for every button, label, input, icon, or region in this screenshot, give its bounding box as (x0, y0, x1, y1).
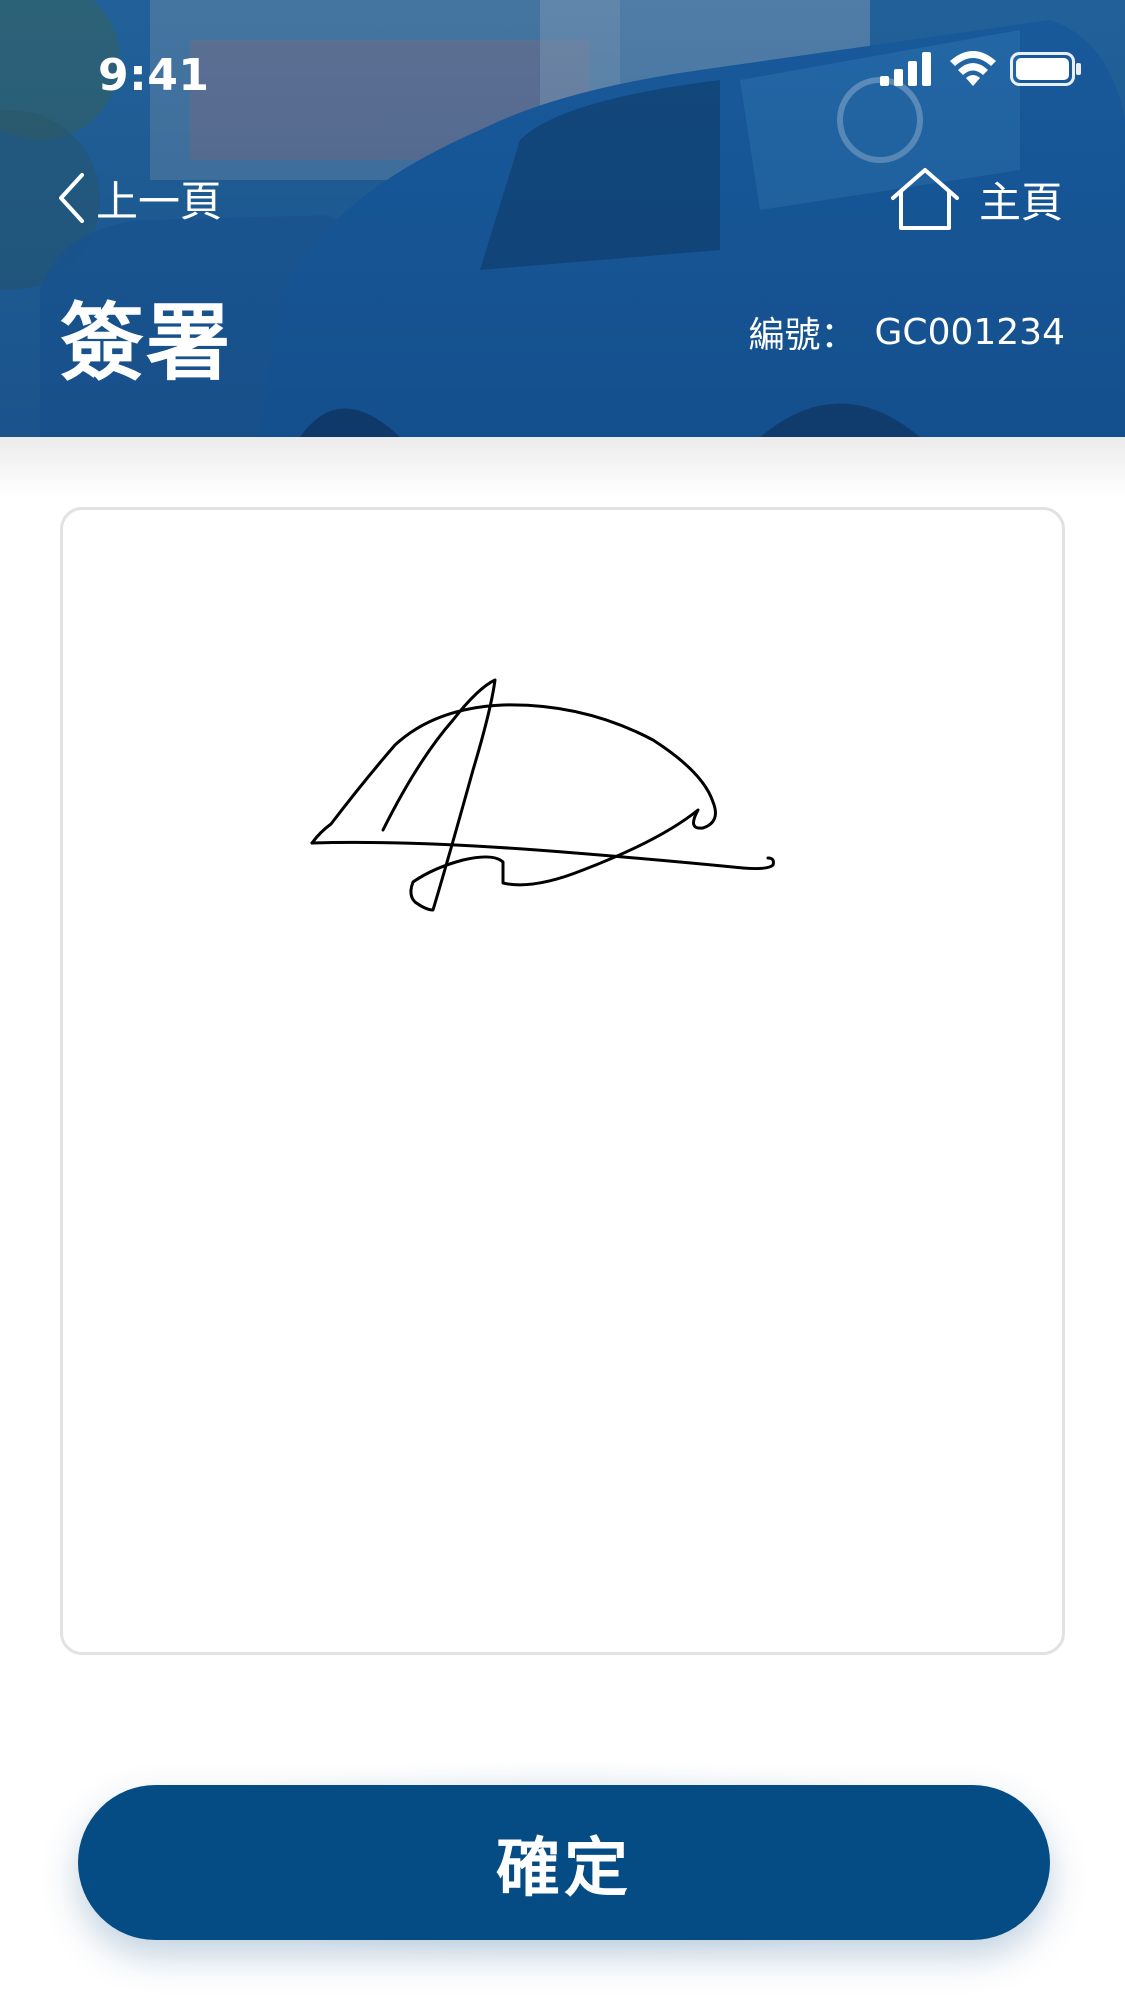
signature-pad[interactable] (60, 507, 1065, 1655)
back-button[interactable]: 上一頁 (56, 168, 222, 228)
home-button[interactable]: 主頁 (889, 164, 1063, 234)
home-icon (890, 168, 959, 230)
signal-icon (880, 52, 931, 86)
page-title: 簽署 (60, 294, 233, 392)
order-number: 編號： GC001234 (749, 306, 1065, 358)
signature-stroke (310, 678, 775, 912)
status-time: 9:41 (98, 50, 210, 101)
chevron-left-icon (59, 173, 84, 223)
header-shadow (0, 437, 1125, 497)
battery-icon (1010, 52, 1081, 86)
home-label: 主頁 (978, 177, 1063, 227)
header-banner: 9:41 上一頁 主頁 簽署 編號： GC001234 (0, 0, 1125, 437)
order-number-value: GC001234 (874, 311, 1065, 353)
wifi-icon (950, 51, 996, 86)
confirm-button[interactable]: 確定 (78, 1785, 1050, 1940)
order-number-label: 編號： (748, 315, 857, 356)
back-label: 上一頁 (96, 176, 223, 226)
signature-screen: 9:41 上一頁 主頁 簽署 編號： GC001234 確定 (0, 0, 1125, 2001)
status-bar: 9:41 (0, 0, 1125, 150)
